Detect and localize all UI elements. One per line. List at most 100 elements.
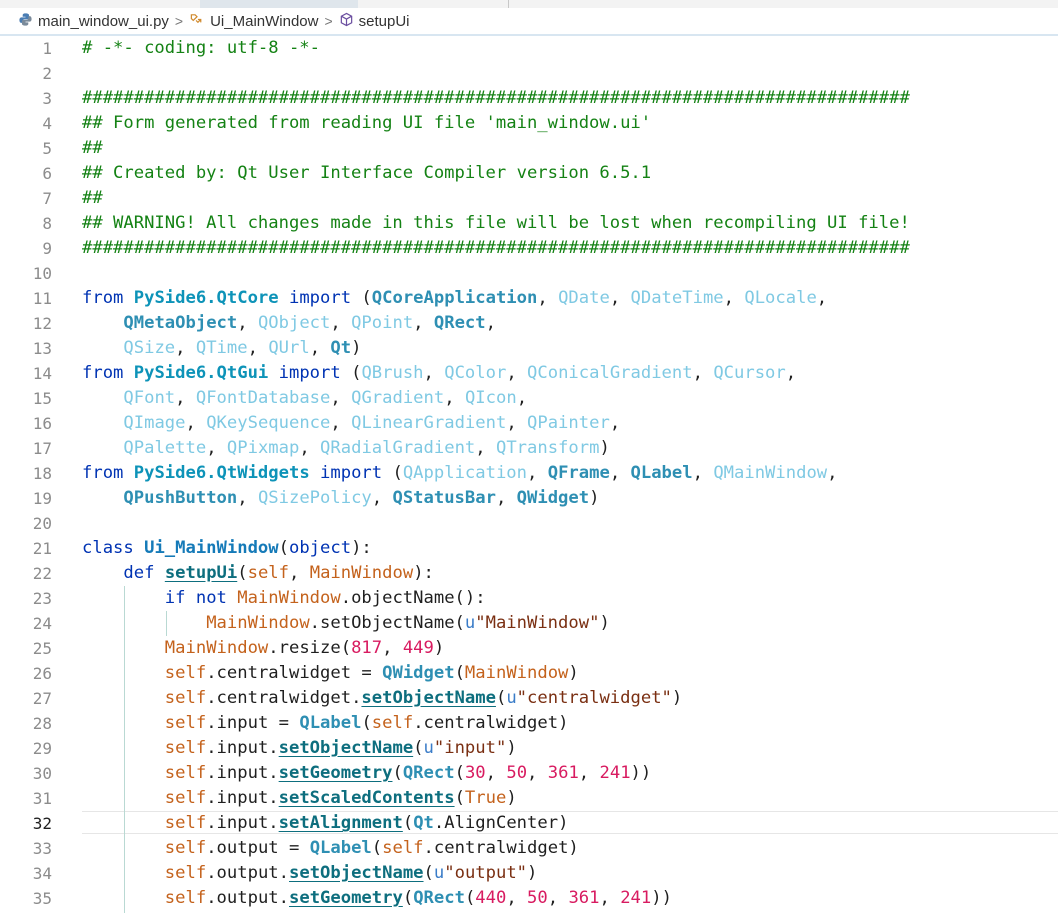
code-line[interactable]: self.input.setGeometry(QRect(30, 50, 361… (82, 761, 651, 786)
breadcrumb-class[interactable]: Ui_MainWindow (189, 12, 318, 31)
code-token: Qt (413, 813, 434, 833)
breadcrumb-file[interactable]: main_window_ui.py (18, 12, 169, 31)
code-line[interactable]: ########################################… (82, 86, 910, 111)
line-number[interactable]: 4 (0, 111, 52, 136)
code-token: QObject (257, 313, 331, 333)
line-number[interactable]: 26 (0, 661, 52, 686)
line-number[interactable]: 33 (0, 836, 52, 861)
code-line[interactable]: ## WARNING! All changes made in this fil… (82, 211, 910, 236)
code-token: QCoreApplication (371, 288, 538, 308)
line-number[interactable]: 31 (0, 786, 52, 811)
code-line[interactable]: # -*- coding: utf-8 -*- (82, 36, 320, 61)
line-number[interactable]: 3 (0, 86, 52, 111)
code-line[interactable]: def setupUi(self, MainWindow): (82, 561, 434, 586)
code-token: Ui_MainWindow (144, 538, 279, 558)
line-number[interactable]: 11 (0, 286, 52, 311)
line-number[interactable]: 19 (0, 486, 52, 511)
code-line[interactable]: from PySide6.QtWidgets import (QApplicat… (82, 461, 838, 486)
code-line[interactable]: QFont, QFontDatabase, QGradient, QIcon, (82, 386, 527, 411)
line-number[interactable]: 20 (0, 511, 52, 536)
line-number[interactable]: 2 (0, 61, 52, 86)
line-number[interactable]: 12 (0, 311, 52, 336)
code-token: , (599, 888, 621, 908)
code-line[interactable]: QPalette, QPixmap, QRadialGradient, QTra… (82, 436, 609, 461)
code-line[interactable]: ## Created by: Qt User Interface Compile… (82, 161, 651, 186)
code-token: , (485, 763, 507, 783)
code-line[interactable]: ########################################… (82, 236, 910, 261)
line-number[interactable]: 27 (0, 686, 52, 711)
line-number[interactable]: 10 (0, 261, 52, 286)
code-token: setObjectName (289, 863, 424, 883)
code-line[interactable]: MainWindow.resize(817, 449) (82, 636, 444, 661)
code-line[interactable]: self.output.setObjectName(u"output") (82, 861, 538, 886)
code-line[interactable]: self.input.setObjectName(u"input") (82, 736, 517, 761)
line-number[interactable]: 13 (0, 336, 52, 361)
line-number[interactable]: 18 (0, 461, 52, 486)
code-line[interactable]: if not MainWindow.objectName(): (82, 586, 486, 611)
code-line[interactable]: MainWindow.setObjectName(u"MainWindow") (82, 611, 610, 636)
code-token: def (123, 563, 165, 583)
code-token: setObjectName (361, 688, 496, 708)
line-number[interactable]: 24 (0, 611, 52, 636)
line-number[interactable]: 8 (0, 211, 52, 236)
code-token: "input" (433, 738, 507, 758)
code-token: QPainter (527, 413, 610, 433)
line-number[interactable]: 22 (0, 561, 52, 586)
code-token: ########################################… (82, 238, 910, 258)
line-number[interactable]: 5 (0, 136, 52, 161)
code-line[interactable]: ## (82, 136, 103, 161)
code-line[interactable]: QSize, QTime, QUrl, Qt) (82, 336, 361, 361)
code-token: setAlignment (278, 813, 403, 833)
breadcrumb-method[interactable]: setupUi (339, 12, 410, 31)
code-token: ## (82, 138, 103, 158)
line-number[interactable]: 30 (0, 761, 52, 786)
line-number[interactable]: 6 (0, 161, 52, 186)
code-line[interactable]: from PySide6.QtCore import (QCoreApplica… (82, 286, 827, 311)
code-token: PySide6.QtGui (133, 363, 269, 383)
code-token: QColor (444, 363, 507, 383)
line-number[interactable]: 28 (0, 711, 52, 736)
line-number[interactable]: 23 (0, 586, 52, 611)
line-number[interactable]: 1 (0, 36, 52, 61)
code-line[interactable]: self.centralwidget.setObjectName(u"centr… (82, 686, 682, 711)
code-area[interactable]: # -*- coding: utf-8 -*- #################… (82, 36, 1058, 913)
code-line[interactable]: self.input.setAlignment(Qt.AlignCenter) (82, 811, 569, 836)
active-tab-indicator[interactable] (200, 0, 358, 8)
code-line[interactable]: self.input = QLabel(self.centralwidget) (82, 711, 569, 736)
code-line[interactable]: self.input.setScaledContents(True) (82, 786, 517, 811)
line-number[interactable]: 34 (0, 861, 52, 886)
code-token: self (382, 838, 424, 858)
code-line[interactable]: ## Form generated from reading UI file '… (82, 111, 651, 136)
code-token: ) (671, 688, 683, 708)
code-line[interactable]: self.output = QLabel(self.centralwidget) (82, 836, 579, 861)
code-line[interactable]: self.centralwidget = QWidget(MainWindow) (82, 661, 579, 686)
code-line[interactable]: class Ui_MainWindow(object): (82, 536, 372, 561)
line-number[interactable]: 16 (0, 411, 52, 436)
line-number[interactable]: 14 (0, 361, 52, 386)
code-token: ( (423, 863, 434, 883)
line-number[interactable]: 15 (0, 386, 52, 411)
code-token: 50 (527, 888, 548, 908)
line-number[interactable]: 7 (0, 186, 52, 211)
code-line[interactable]: QMetaObject, QObject, QPoint, QRect, (82, 311, 496, 336)
code-token: u (423, 738, 434, 758)
code-token: , (609, 463, 631, 483)
line-number[interactable]: 35 (0, 886, 52, 911)
code-line[interactable]: QPushButton, QSizePolicy, QStatusBar, QW… (82, 486, 599, 511)
code-token: , (506, 363, 528, 383)
code-line[interactable]: ## (82, 186, 103, 211)
code-line[interactable]: self.output.setGeometry(QRect(440, 50, 3… (82, 886, 672, 911)
chevron-right-icon: > (174, 13, 184, 29)
line-number[interactable]: 32 (0, 811, 52, 836)
code-token: , (382, 638, 403, 658)
code-line[interactable]: from PySide6.QtGui import (QBrush, QColo… (82, 361, 796, 386)
line-number[interactable]: 21 (0, 536, 52, 561)
code-line[interactable]: QImage, QKeySequence, QLinearGradient, Q… (82, 411, 620, 436)
line-number[interactable]: 9 (0, 236, 52, 261)
line-number[interactable]: 17 (0, 436, 52, 461)
code-token: QLabel (630, 463, 693, 483)
line-number[interactable]: 25 (0, 636, 52, 661)
line-number[interactable]: 29 (0, 736, 52, 761)
code-token: Qt (330, 338, 352, 358)
